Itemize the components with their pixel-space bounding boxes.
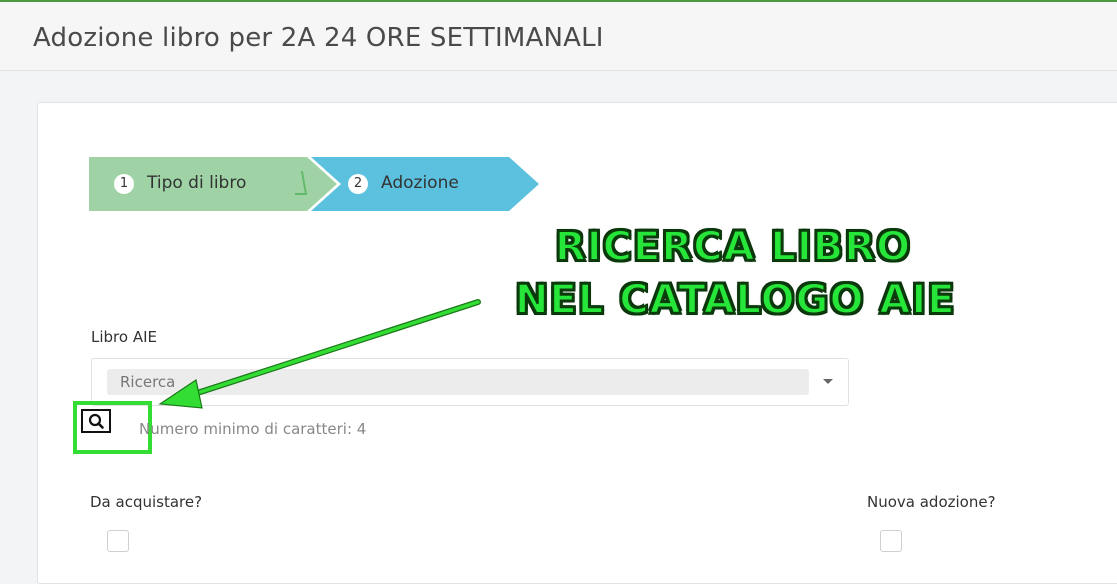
annotation-line-1: RICERCA LIBRO [554,223,912,271]
step-number-2: 2 [348,174,368,194]
chevron-down-icon[interactable] [823,379,833,384]
nuova-adozione-checkbox[interactable] [880,530,902,552]
page-header: Adozione libro per 2A 24 ORE SETTIMANALI [0,2,1117,71]
step-number-1: 1 [114,174,134,194]
search-button[interactable] [81,409,111,433]
select-search-bar[interactable] [107,369,809,395]
step-done-check-icon [290,171,308,195]
min-chars-hint: Numero minimo di caratteri: 4 [139,420,367,438]
da-acquistare-checkbox[interactable] [107,530,129,552]
nuova-adozione-label: Nuova adozione? [867,493,996,511]
wizard-steps: 1 Tipo di libro 2 Adozione [89,157,549,211]
step-label-1: Tipo di libro [147,173,247,193]
wizard-step-tipo-di-libro[interactable]: 1 Tipo di libro [89,157,337,211]
annotation-line-2: NEL CATALOGO AIE [514,276,956,324]
select-placeholder: Ricerca [120,373,176,391]
libro-aie-select[interactable]: Ricerca [91,358,849,406]
magnifier-icon [88,413,104,429]
step-label-2: Adozione [381,173,459,193]
page-title: Adozione libro per 2A 24 ORE SETTIMANALI [33,23,604,53]
libro-aie-label: Libro AIE [91,328,157,346]
wizard-step-adozione[interactable]: 2 Adozione [311,157,539,211]
da-acquistare-label: Da acquistare? [90,493,203,511]
